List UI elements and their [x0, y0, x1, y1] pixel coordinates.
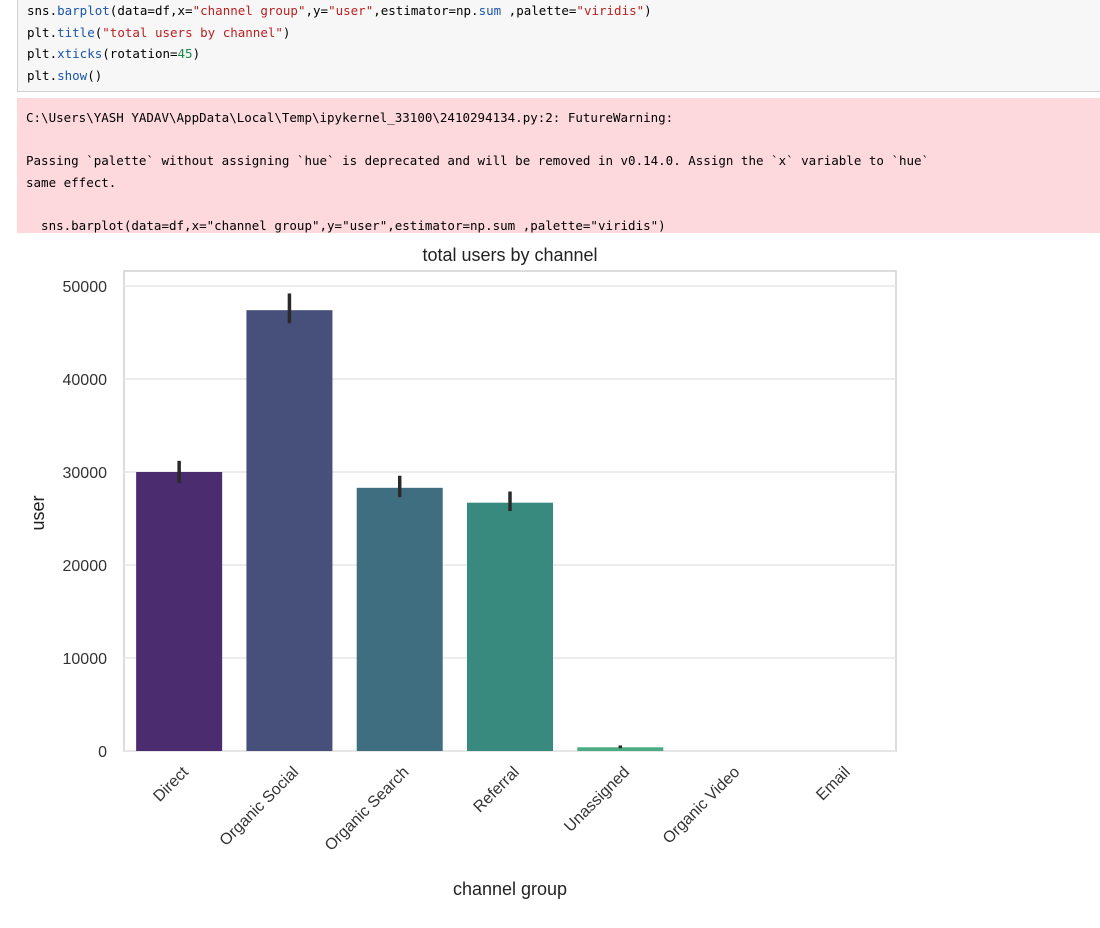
y-tick-label: 30000 — [63, 465, 108, 482]
x-tick-label: Unassigned — [561, 764, 633, 836]
warning-line-path: C:\Users\YASH YADAV\AppData\Local\Temp\i… — [26, 110, 674, 125]
code-token: title — [57, 24, 95, 40]
code-token: sns. — [27, 3, 58, 18]
warning-line-message-cont: same effect. — [26, 174, 117, 190]
code-line: plt.xticks(rotation=45) — [27, 46, 200, 61]
code-token: ) — [282, 24, 291, 40]
x-tick-label: Direct — [150, 763, 192, 805]
code-token: barplot — [57, 3, 110, 18]
chart-title: total users by channel — [422, 245, 597, 265]
code-token: ) — [192, 46, 201, 61]
x-tick-label: Organic Search — [322, 764, 413, 855]
code-token: sum — [478, 3, 502, 18]
bar — [136, 472, 223, 751]
code-token: plt. — [27, 46, 58, 61]
code-editor[interactable]: sns.barplot(data=df,x="channel group",y=… — [18, 0, 1100, 86]
x-tick-label: Email — [813, 764, 853, 804]
y-axis-label: user — [28, 495, 48, 530]
x-tick-label: Organic Social — [217, 764, 303, 850]
bar-chart: total users by channel 0 10000 20000 30000 4… — [28, 245, 897, 899]
code-token: 45 — [177, 46, 193, 61]
bar — [356, 487, 443, 751]
y-tick-label: 20000 — [63, 558, 108, 575]
code-token: show — [57, 67, 88, 83]
warning-line-source: sns.barplot(data=df,x="channel group",y=… — [26, 217, 666, 233]
y-tick-label: 10000 — [63, 651, 108, 668]
code-line: plt.title("total users by channel") — [27, 25, 290, 40]
code-token: () — [87, 67, 103, 83]
bar — [246, 310, 333, 751]
code-cell[interactable]: sns.barplot(data=df,x="channel group",y=… — [17, 0, 1100, 92]
code-token: (data=df,x= — [109, 3, 193, 18]
code-token: (rotation= — [102, 46, 178, 61]
warning-text: C:\Users\YASH YADAV\AppData\Local\Temp\i… — [17, 98, 1100, 233]
code-token: xticks — [57, 46, 103, 61]
code-token: "viridis" — [576, 3, 645, 18]
code-token: ,estimator=np. — [373, 3, 479, 18]
warning-line-message: Passing `palette` without assigning `hue… — [26, 153, 930, 168]
code-line: sns.barplot(data=df,x="channel group",y=… — [27, 3, 652, 18]
bar — [466, 502, 554, 751]
code-token: "channel group" — [192, 3, 306, 18]
x-axis-label: channel group — [453, 879, 567, 899]
code-token: ,palette= — [501, 3, 577, 18]
y-tick-label: 50000 — [63, 279, 108, 296]
warning-output: C:\Users\YASH YADAV\AppData\Local\Temp\i… — [17, 98, 1100, 233]
code-token: plt. — [27, 24, 58, 40]
code-token: ,y= — [305, 3, 329, 18]
code-token: "total users by channel" — [102, 24, 283, 40]
y-tick-label: 40000 — [63, 372, 108, 389]
code-token: "user" — [328, 3, 374, 18]
x-tick-label: Organic Video — [660, 764, 744, 848]
y-tick-label: 0 — [98, 744, 107, 761]
code-token: plt. — [27, 67, 58, 83]
x-tick-label: Referral — [471, 764, 523, 816]
code-token: ) — [644, 3, 652, 18]
code-line: plt.show() — [27, 68, 102, 83]
